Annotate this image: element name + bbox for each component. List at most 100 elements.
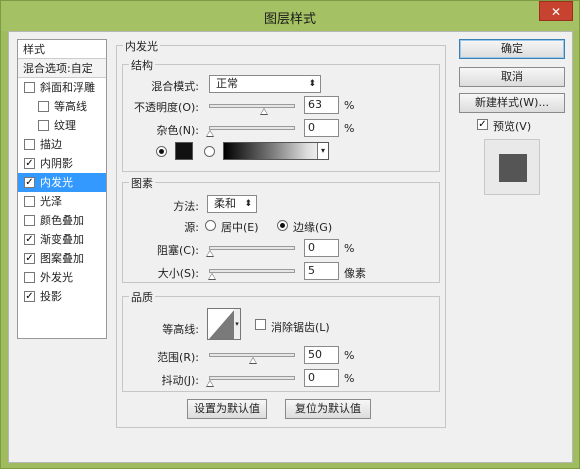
reset-default-button[interactable]: 复位为默认值 — [285, 399, 371, 419]
preview-swatch — [499, 154, 527, 182]
source-label: 源: — [184, 221, 199, 234]
gradient-picker[interactable]: ▾ — [223, 142, 329, 160]
opacity-input[interactable]: 63 — [304, 96, 339, 114]
dropdown-arrow-icon: ⬍ — [244, 199, 252, 209]
size-slider-thumb[interactable] — [207, 273, 216, 280]
cancel-button[interactable]: 取消 — [459, 67, 565, 87]
dropdown-arrow-icon: ⬍ — [308, 79, 316, 89]
gradient-dropdown-icon[interactable]: ▾ — [317, 143, 328, 159]
style-checkbox[interactable] — [24, 215, 35, 226]
opacity-unit: % — [344, 99, 355, 112]
style-list-item[interactable]: 斜面和浮雕 — [18, 78, 106, 97]
style-checkbox[interactable]: ✓ — [24, 158, 35, 169]
preview-label[interactable]: 预览(V) — [493, 118, 531, 134]
make-default-button[interactable]: 设置为默认值 — [187, 399, 267, 419]
jitter-slider-thumb[interactable] — [206, 380, 214, 387]
style-checkbox[interactable]: ✓ — [24, 253, 35, 264]
close-button[interactable]: ✕ — [539, 1, 573, 21]
method-value: 柔和 — [214, 197, 236, 210]
style-list-item-label: 纹理 — [54, 119, 76, 132]
blending-options-item[interactable]: 混合选项:自定 — [18, 59, 106, 78]
style-checkbox[interactable] — [24, 139, 35, 150]
antialias-checkbox[interactable] — [255, 319, 266, 330]
noise-slider[interactable] — [206, 126, 295, 137]
style-list-item[interactable]: 颜色叠加 — [18, 211, 106, 230]
noise-slider-thumb[interactable] — [206, 130, 214, 137]
source-edge-label[interactable]: 边缘(G) — [293, 219, 332, 235]
choke-slider-thumb[interactable] — [206, 250, 214, 257]
gradient-radio[interactable] — [204, 146, 215, 157]
range-input[interactable]: 50 — [304, 346, 339, 364]
style-list-item[interactable]: ✓ 投影 — [18, 287, 106, 306]
style-checkbox[interactable] — [38, 101, 49, 112]
style-list-item[interactable]: ✓ 内阴影 — [18, 154, 106, 173]
dialog-window: 图层样式 ✕ 样式 混合选项:自定 斜面和浮雕 等高线 纹理 描边 ✓ 内阴影 ✓ 内发光 光泽… — [0, 0, 580, 469]
style-checkbox[interactable] — [24, 196, 35, 207]
style-list-item-label: 图案叠加 — [40, 252, 84, 265]
style-list: 样式 混合选项:自定 斜面和浮雕等高线纹理描边 ✓ 内阴影 ✓ 内发光光泽颜色叠加 ✓ 渐变… — [17, 39, 107, 339]
size-unit: 像素 — [344, 267, 366, 280]
source-center-radio[interactable] — [205, 220, 216, 231]
range-label: 范围(R): — [157, 351, 199, 364]
noise-input[interactable]: 0 — [304, 119, 339, 137]
title-bar[interactable]: 图层样式 ✕ — [1, 1, 579, 31]
style-list-item[interactable]: ✓ 图案叠加 — [18, 249, 106, 268]
style-list-item[interactable]: 描边 — [18, 135, 106, 154]
style-list-header: 样式 — [18, 40, 106, 59]
preview-checkbox[interactable]: ✓ — [477, 119, 488, 130]
contour-picker[interactable]: ▾ — [207, 308, 241, 340]
style-list-item-label: 光泽 — [40, 195, 62, 208]
new-style-button[interactable]: 新建样式(W)... — [459, 93, 565, 113]
style-list-item[interactable]: 等高线 — [18, 97, 106, 116]
style-checkbox[interactable] — [24, 272, 35, 283]
size-label: 大小(S): — [157, 267, 199, 280]
jitter-label: 抖动(J): — [161, 374, 199, 387]
blend-mode-select[interactable]: 正常 ⬍ — [209, 75, 321, 93]
size-slider[interactable] — [207, 269, 295, 280]
dialog-title: 图层样式 — [263, 12, 316, 27]
jitter-input[interactable]: 0 — [304, 369, 339, 387]
style-list-item-label: 描边 — [40, 138, 62, 151]
range-unit: % — [344, 349, 355, 362]
contour-dropdown-icon[interactable]: ▾ — [234, 309, 240, 339]
range-slider[interactable] — [209, 353, 295, 364]
style-list-item-label: 斜面和浮雕 — [40, 81, 95, 94]
style-list-item[interactable]: 光泽 — [18, 192, 106, 211]
style-list-item-label: 渐变叠加 — [40, 233, 84, 246]
style-list-item[interactable]: ✓ 渐变叠加 — [18, 230, 106, 249]
method-label: 方法: — [173, 200, 199, 213]
style-checkbox[interactable]: ✓ — [24, 234, 35, 245]
solid-color-radio[interactable] — [156, 146, 167, 157]
choke-input[interactable]: 0 — [304, 239, 339, 257]
style-list-item-label: 内阴影 — [40, 157, 73, 170]
style-list-item-label: 外发光 — [40, 271, 73, 284]
ok-button[interactable]: 确定 — [459, 39, 565, 59]
source-center-label[interactable]: 居中(E) — [221, 219, 259, 235]
blend-mode-label: 混合模式: — [151, 80, 199, 93]
noise-label: 杂色(N): — [156, 124, 199, 137]
noise-unit: % — [344, 122, 355, 135]
style-list-item[interactable]: ✓ 内发光 — [18, 173, 106, 192]
style-list-item-label: 投影 — [40, 290, 62, 303]
opacity-slider[interactable] — [209, 104, 295, 115]
size-input[interactable]: 5 — [304, 262, 339, 280]
style-list-item[interactable]: 纹理 — [18, 116, 106, 135]
style-checkbox[interactable] — [38, 120, 49, 131]
style-checkbox[interactable]: ✓ — [24, 291, 35, 302]
choke-slider[interactable] — [206, 246, 295, 257]
antialias-label[interactable]: 消除锯齿(L) — [271, 319, 330, 335]
style-checkbox[interactable]: ✓ — [24, 177, 35, 188]
style-checkbox[interactable] — [24, 82, 35, 93]
panel-title: 内发光 — [123, 38, 160, 54]
style-list-item[interactable]: 外发光 — [18, 268, 106, 287]
source-edge-radio[interactable] — [277, 220, 288, 231]
jitter-unit: % — [344, 372, 355, 385]
structure-legend: 结构 — [129, 57, 155, 73]
range-slider-thumb[interactable] — [249, 357, 257, 364]
method-select[interactable]: 柔和 ⬍ — [207, 195, 257, 213]
opacity-slider-thumb[interactable] — [260, 108, 269, 115]
glow-color-swatch[interactable] — [175, 142, 193, 160]
contour-label: 等高线: — [162, 323, 199, 336]
jitter-slider[interactable] — [206, 376, 295, 387]
choke-unit: % — [344, 242, 355, 255]
